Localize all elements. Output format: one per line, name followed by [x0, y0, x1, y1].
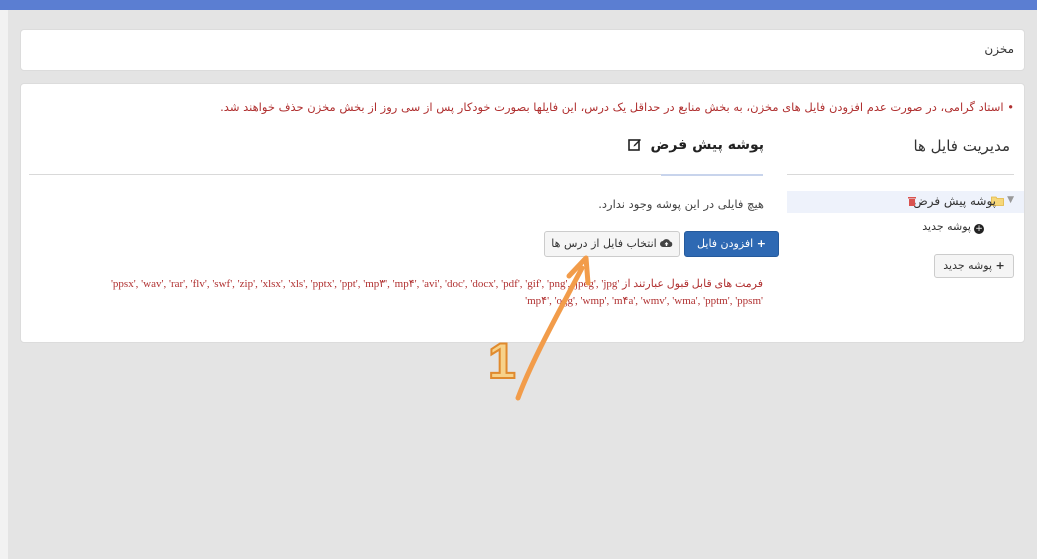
folder-title-label: پوشه پیش فرض [650, 137, 764, 153]
new-folder-button-label: پوشه جدید [943, 259, 993, 272]
new-folder-link-label: پوشه جدید [922, 220, 971, 233]
plus-circle-icon: + [974, 224, 984, 234]
new-folder-button[interactable]: + پوشه جدید [934, 254, 1014, 278]
file-manager-title: مدیریت فایل ها [913, 137, 1010, 155]
notice-text: • استاد گرامی، در صورت عدم افزودن فایل ه… [220, 100, 1014, 114]
left-edge [0, 10, 8, 559]
empty-folder-message: هیچ فایلی در این پوشه وجود ندارد. [598, 197, 764, 211]
formats-line-2: 'mp۴', 'ogg', 'wmp', 'm۴a', 'wmv', 'wma'… [525, 295, 763, 307]
breadcrumb-panel: مخزن [20, 29, 1025, 71]
formats-line-1: فرمت های قابل قبول عبارتند از 'ppsx', 'w… [110, 278, 763, 290]
plus-icon: + [756, 237, 766, 250]
edit-icon[interactable] [627, 137, 642, 151]
arrow-icon [515, 265, 585, 401]
plus-icon: + [995, 259, 1005, 272]
tree-item-default-folder[interactable]: ▼ پوشه پیش فرض [787, 191, 1024, 213]
folder-title: پوشه پیش فرض [627, 137, 764, 153]
tree-item-label: پوشه پیش فرض [913, 194, 996, 208]
folder-divider-accent [661, 174, 763, 176]
add-file-button-label: افزودن فایل [697, 237, 754, 250]
annotation-number: 1 [488, 333, 516, 389]
top-accent-bar [0, 0, 1037, 10]
add-file-button[interactable]: + افزودن فایل [684, 231, 779, 257]
cloud-upload-icon [659, 239, 672, 247]
caret-down-icon[interactable]: ▼ [1007, 195, 1014, 205]
annotation-arrow: 1 [487, 255, 591, 401]
folder-divider [29, 174, 763, 175]
accepted-formats: فرمت های قابل قبول عبارتند از 'ppsx', 'w… [55, 276, 763, 310]
new-folder-link[interactable]: +پوشه جدید [922, 220, 984, 234]
breadcrumb[interactable]: مخزن [984, 42, 1014, 56]
tree-divider [787, 174, 1014, 175]
trash-icon[interactable] [908, 196, 916, 206]
